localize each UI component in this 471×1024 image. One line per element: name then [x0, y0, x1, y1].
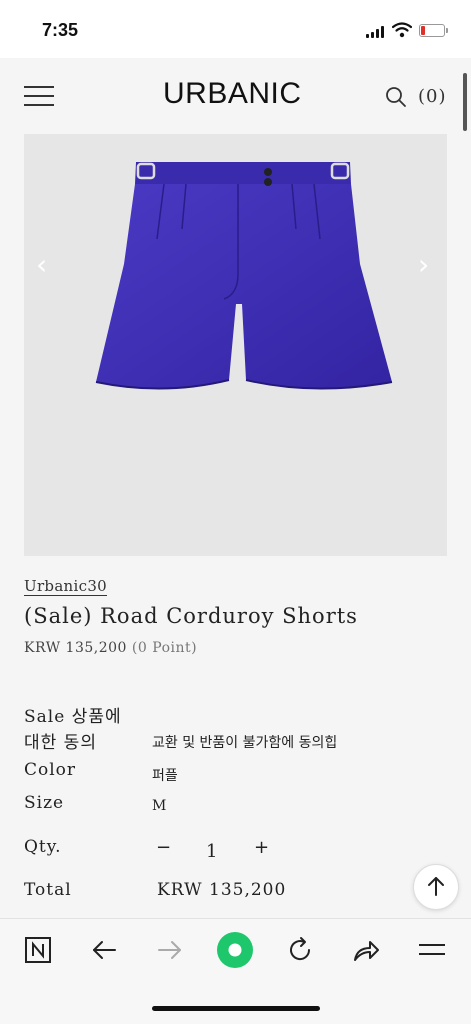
total-label: Total: [24, 880, 72, 900]
price-points: (0 Point): [131, 640, 198, 656]
qty-increase-button[interactable]: +: [254, 837, 269, 858]
product-title: (Sale) Road Corduroy Shorts: [24, 604, 358, 628]
qty-label: Qty.: [24, 837, 62, 857]
size-value[interactable]: M: [152, 798, 166, 814]
menu-icon[interactable]: [24, 86, 54, 106]
sale-agreement-label-line2: 대한 동의: [24, 733, 97, 753]
home-icon[interactable]: [216, 931, 254, 969]
color-value[interactable]: 퍼플: [152, 765, 178, 785]
chevron-right-icon[interactable]: ›: [418, 248, 429, 281]
sale-agreement-label-line1: Sale 상품에: [24, 707, 122, 727]
scrollbar[interactable]: [463, 73, 467, 131]
product-brand-link[interactable]: Urbanic30: [24, 577, 108, 596]
cart-count[interactable]: (0): [418, 86, 447, 107]
menu-icon[interactable]: [416, 934, 448, 966]
product-price: KRW 135,200 (0 Point): [24, 640, 197, 656]
product-image[interactable]: [24, 134, 447, 556]
total-value: KRW 135,200: [157, 880, 287, 900]
search-icon[interactable]: [385, 86, 407, 108]
wifi-icon: [392, 22, 412, 38]
forward-icon[interactable]: [154, 934, 186, 966]
size-label: Size: [24, 793, 65, 813]
shorts-image: [95, 162, 393, 390]
qty-value[interactable]: 1: [206, 841, 217, 862]
back-icon[interactable]: [88, 934, 120, 966]
signal-icon: [366, 26, 386, 38]
qty-decrease-button[interactable]: −: [156, 837, 171, 858]
reload-icon[interactable]: [284, 934, 316, 966]
sale-agreement-value[interactable]: 교환 및 반품이 불가함에 동의힙: [152, 732, 337, 752]
site-logo[interactable]: URBANIC: [163, 77, 302, 111]
chevron-left-icon[interactable]: ‹: [36, 248, 47, 281]
status-time: 7:35: [42, 20, 79, 40]
share-icon[interactable]: [350, 934, 382, 966]
home-indicator[interactable]: [152, 1006, 320, 1011]
color-label: Color: [24, 760, 77, 780]
naver-n-icon[interactable]: [22, 934, 54, 966]
battery-icon: [419, 24, 448, 37]
arrow-up-icon: [428, 877, 444, 896]
price-value: KRW 135,200: [24, 640, 127, 656]
scroll-top-button[interactable]: [413, 864, 459, 910]
